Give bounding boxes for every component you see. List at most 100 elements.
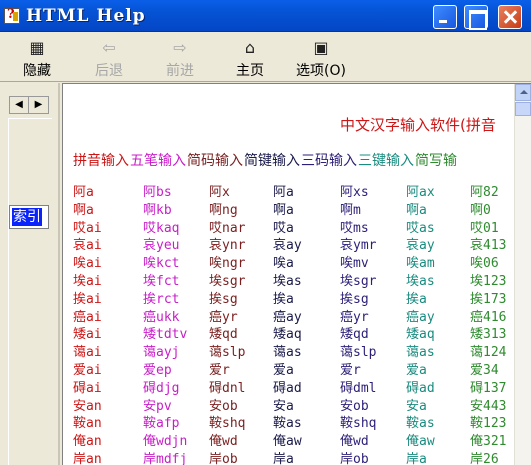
table-cell: 癌ukk (143, 309, 180, 325)
table-cell: 阿a (273, 185, 294, 200)
table-cell: 矮aq (273, 327, 302, 343)
table-cell: 安443 (470, 398, 507, 414)
table-cell: 岸mdfj (143, 452, 188, 465)
table-cell: 阿a (73, 185, 94, 200)
table-cell: 蔼ai (73, 345, 102, 361)
close-button[interactable] (498, 5, 522, 29)
vertical-scrollbar[interactable] (514, 84, 531, 465)
table-cell: 矮qd (340, 327, 369, 343)
help-app-icon[interactable] (4, 7, 20, 24)
table-cell: 碍ad (406, 380, 435, 396)
table-cell: 碍dml (340, 380, 377, 396)
table-cell: 哀ynr (209, 238, 246, 254)
table-cell: 安ob (209, 398, 238, 414)
table-cell: 安ob (340, 398, 369, 414)
table-cell: 唉kct (143, 256, 180, 272)
column-header: 五笔输入 (130, 153, 186, 169)
table-cell: 啊ng (209, 202, 238, 218)
table-cell: 啊a (73, 202, 94, 218)
column-header: 简码输入 (187, 153, 243, 169)
home-icon: ⌂ (244, 38, 256, 57)
table-cell: 俺aw (273, 434, 302, 450)
tab-index[interactable]: 索引 (9, 205, 49, 229)
options-button[interactable]: ▣ 选项(O) (290, 38, 352, 80)
hide-button[interactable]: ▦ 隐藏 (12, 38, 62, 80)
table-cell: 哎as (406, 220, 435, 236)
column-header: 三键输入 (358, 153, 414, 169)
table-cell: 癌ay (273, 309, 302, 325)
table-cell: 癌ay (406, 309, 435, 325)
table-cell: 埃as (273, 274, 302, 289)
table-cell: 挨sg (209, 291, 238, 307)
table-cell: 安pv (143, 398, 172, 414)
table-cell: 挨a (273, 291, 294, 307)
table-cell: 阿82 (470, 185, 499, 200)
table-cell: 蔼as (273, 345, 302, 361)
table-cell: 爱a (406, 363, 427, 378)
table-cell: 挨a (406, 291, 427, 307)
table-cell: 岸26 (470, 452, 499, 465)
scroll-up-icon[interactable] (515, 84, 531, 101)
table-cell: 啊a (406, 202, 427, 218)
table-cell: 鞍as (406, 416, 435, 432)
forward-arrow-icon: ⇨ (173, 38, 187, 57)
index-pane (8, 118, 52, 465)
table-cell: 哀ymr (340, 238, 377, 254)
table-cell: 埃ai (73, 274, 102, 289)
table-cell: 鞍123 (470, 416, 507, 432)
home-button-label: 主页 (236, 63, 264, 79)
table-cell: 哀413 (470, 238, 507, 254)
table-cell: 蔼124 (470, 345, 507, 361)
table-cell: 安a (406, 398, 427, 414)
table-cell: 埃fct (143, 274, 180, 289)
table-cell: 挨sg (340, 291, 369, 307)
table-cell: 啊a (273, 202, 294, 218)
table-cell: 矮aq (406, 327, 435, 343)
content-pane[interactable]: 中文汉字输入软件(拼音 拼音输入五笔输入简码输入简键输入三码输入三键输入简写输 … (62, 83, 531, 465)
table-cell: 唉mv (340, 256, 369, 272)
table-cell: 埃123 (470, 274, 507, 289)
table-cell: 唉06 (470, 256, 499, 272)
minimize-button[interactable] (433, 5, 457, 29)
table-cell: 挨173 (470, 291, 507, 307)
scroll-thumb[interactable] (515, 102, 531, 116)
table-cell: 矮ai (73, 327, 102, 343)
maximize-button[interactable] (464, 5, 488, 30)
column-headers: 拼音输入五笔输入简码输入简键输入三码输入三键输入简写输 (73, 150, 458, 170)
table-cell: 岸a (273, 452, 294, 465)
table-cell: 爱r (209, 363, 230, 378)
hide-button-label: 隐藏 (23, 63, 51, 79)
table-cell: 爱ai (73, 363, 102, 378)
table-cell: 挨ai (73, 291, 102, 307)
hide-pane-icon: ▦ (29, 38, 45, 57)
table-cell: 蔼ayj (143, 345, 180, 361)
table-cell: 啊0 (470, 202, 491, 218)
options-button-label: 选项(O) (296, 63, 346, 79)
tab-scroll-left-icon[interactable]: ◀ (10, 97, 29, 113)
table-cell: 唉a (273, 256, 294, 272)
table-cell: 鞍an (73, 416, 102, 432)
home-button[interactable]: ⌂ 主页 (225, 38, 275, 80)
tab-scroll-right-icon[interactable]: ▶ (29, 97, 48, 113)
table-cell: 鞍shq (340, 416, 377, 432)
table-cell: 哎kaq (143, 220, 180, 236)
table-cell: 俺wdjn (143, 434, 188, 450)
page-title: 中文汉字输入软件(拼音 (340, 116, 496, 134)
forward-button-label: 前进 (166, 63, 194, 79)
table-cell: 癌ai (73, 309, 102, 325)
table-cell: 埃as (406, 274, 435, 289)
forward-button[interactable]: ⇨ 前进 (155, 38, 205, 80)
table-cell: 啊m (340, 202, 361, 218)
table-cell: 矮tdtv (143, 327, 188, 343)
back-button[interactable]: ⇦ 后退 (84, 38, 134, 80)
tab-scroll-arrows: ◀ ▶ (9, 96, 49, 114)
table-cell: 哀ai (73, 238, 102, 254)
table-cell: 俺aw (406, 434, 435, 450)
table-cell: 哎nar (209, 220, 246, 236)
table-cell: 唉ai (73, 256, 102, 272)
table-cell: 哎ms (340, 220, 369, 236)
table-cell: 埃sgr (209, 274, 246, 289)
table-cell: 爱34 (470, 363, 499, 378)
table-cell: 俺an (73, 434, 102, 450)
table-cell: 阿ax (406, 185, 435, 200)
